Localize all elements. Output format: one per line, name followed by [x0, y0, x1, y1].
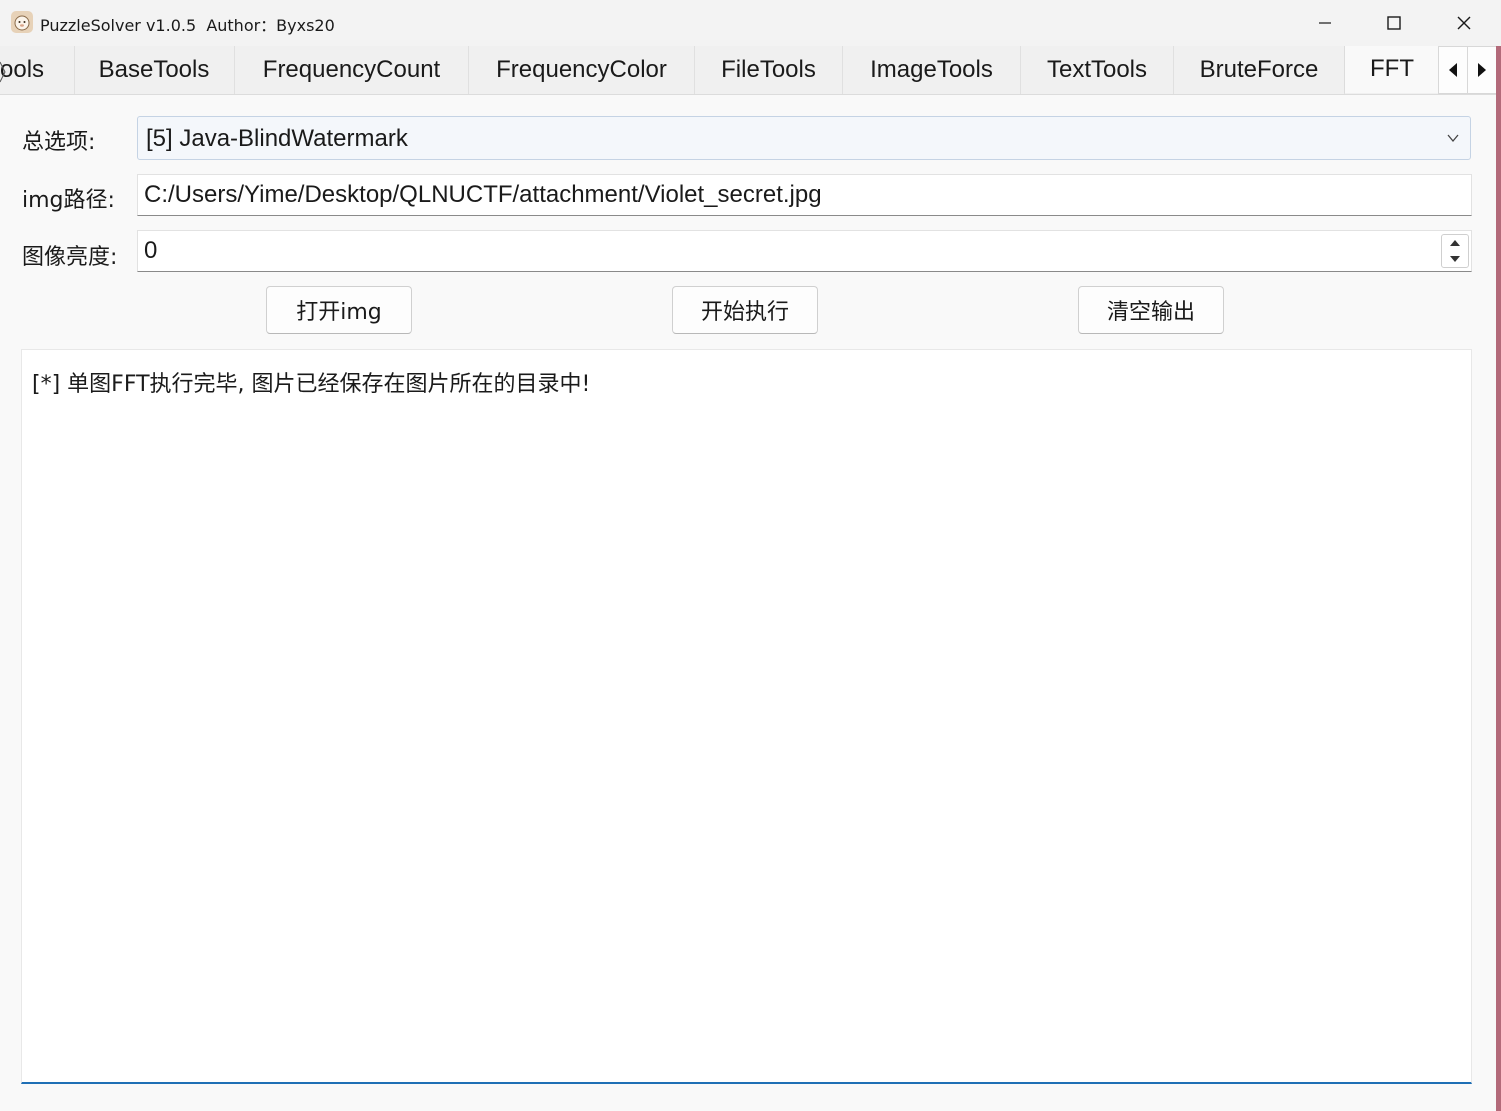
title-bar: PuzzleSolver v1.0.5 Author：Byxs20 — [0, 0, 1501, 46]
tab-frequencycolor[interactable]: FrequencyColor — [469, 46, 695, 94]
open-img-button[interactable]: 打开img — [266, 286, 412, 334]
tab-scroll-right-button[interactable] — [1467, 46, 1497, 94]
minimize-icon — [1319, 22, 1331, 24]
stepper-up-button[interactable] — [1442, 235, 1468, 251]
tab-tools-partial[interactable]: ools — [0, 46, 75, 94]
brightness-value: 0 — [144, 237, 158, 264]
tab-basetools[interactable]: BaseTools — [74, 46, 235, 94]
close-icon — [1457, 16, 1471, 30]
stepper-down-button[interactable] — [1442, 251, 1468, 267]
tab-filetools[interactable]: FileTools — [695, 46, 843, 94]
tab-label: FileTools — [721, 56, 816, 83]
start-button[interactable]: 开始执行 — [672, 286, 818, 334]
option-select-value: [5] Java-BlindWatermark — [146, 125, 408, 152]
arrow-left-icon — [1449, 63, 1457, 77]
tab-bruteforce[interactable]: BruteForce — [1174, 46, 1345, 94]
tab-edge-chevron-icon — [0, 61, 6, 83]
brightness-stepper — [1441, 234, 1469, 268]
tab-label: BruteForce — [1199, 56, 1319, 83]
img-path-input[interactable]: C:/Users/Yime/Desktop/QLNUCTF/attachment… — [137, 174, 1472, 216]
option-select[interactable]: [5] Java-BlindWatermark — [137, 116, 1471, 160]
clear-output-label: 清空输出 — [1106, 300, 1195, 325]
window-title: PuzzleSolver v1.0.5 Author：Byxs20 — [40, 16, 335, 35]
tab-label: BaseTools — [98, 56, 210, 83]
tab-fft[interactable]: FFT — [1344, 46, 1440, 93]
tab-label: FrequencyColor — [496, 56, 667, 83]
option-label: 总选项: — [22, 130, 96, 155]
close-button[interactable] — [1429, 0, 1499, 46]
chevron-down-icon — [1447, 134, 1459, 143]
triangle-up-icon — [1450, 240, 1460, 246]
tab-imagetools[interactable]: ImageTools — [843, 46, 1021, 94]
maximize-button[interactable] — [1359, 0, 1429, 46]
brightness-label: 图像亮度: — [22, 245, 118, 270]
triangle-down-icon — [1450, 256, 1460, 262]
minimize-button[interactable] — [1290, 0, 1360, 46]
tab-label: ImageTools — [870, 56, 993, 83]
tab-scroll-left-button[interactable] — [1438, 46, 1468, 94]
img-path-value: C:/Users/Yime/Desktop/QLNUCTF/attachment… — [144, 181, 822, 208]
tab-frequencycount[interactable]: FrequencyCount — [235, 46, 469, 94]
tab-label: ools — [0, 56, 45, 83]
brightness-spinbox[interactable]: 0 — [137, 230, 1472, 272]
tab-label: TextTools — [1046, 56, 1148, 83]
output-textarea[interactable]: [*] 单图FFT执行完毕, 图片已经保存在图片所在的目录中! — [21, 349, 1472, 1084]
img-path-label: img路径: — [22, 188, 115, 213]
tab-label: FFT — [1370, 54, 1414, 82]
desktop-background-edge — [1496, 46, 1501, 1111]
tab-texttools[interactable]: TextTools — [1021, 46, 1174, 94]
clear-output-button[interactable]: 清空输出 — [1078, 286, 1224, 334]
start-label: 开始执行 — [700, 300, 789, 325]
maximize-icon — [1387, 16, 1401, 30]
output-text: [*] 单图FFT执行完毕, 图片已经保存在图片所在的目录中! — [32, 372, 591, 397]
tab-bar: ools BaseTools FrequencyCount FrequencyC… — [0, 46, 1501, 95]
tab-label: FrequencyCount — [262, 56, 441, 83]
arrow-right-icon — [1478, 63, 1486, 77]
open-img-label: 打开img — [296, 300, 382, 325]
sheep-app-icon — [11, 11, 33, 33]
